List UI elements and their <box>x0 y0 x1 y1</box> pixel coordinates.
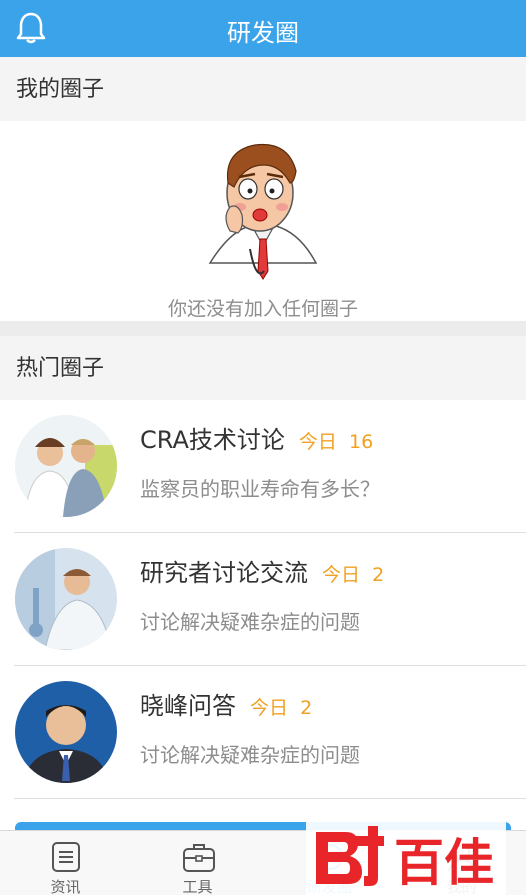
tab-tools[interactable]: 工具 <box>132 831 263 895</box>
divider <box>14 798 526 799</box>
tab-label: 工具 <box>182 878 213 895</box>
app-header: 研发圈 <box>0 0 526 57</box>
my-circles-heading: 我的圈子 <box>0 57 526 121</box>
today-label: 今日 16 <box>298 431 374 453</box>
list-item[interactable]: 晓峰问答 今日 2 讨论解决疑难杂症的问题 <box>0 666 526 799</box>
circle-avatar <box>15 548 117 650</box>
page-title: 研发圈 <box>227 19 299 47</box>
circle-name: 晓峰问答 <box>140 692 236 720</box>
doctor-illustration <box>208 143 318 280</box>
news-icon <box>51 842 80 872</box>
tab-news[interactable]: 资讯 <box>0 831 131 895</box>
watermark-text: 百佳 <box>394 834 494 892</box>
circle-title: 晓峰问答 今日 2 <box>140 686 312 721</box>
list-item[interactable]: CRA技术讨论 今日 16 监察员的职业寿命有多长？ <box>0 400 526 533</box>
hot-circles-list: CRA技术讨论 今日 16 监察员的职业寿命有多长？ 研究者讨论交流 今日 2 讨论… <box>0 400 526 830</box>
circle-avatar <box>15 415 117 517</box>
circle-avatar <box>15 681 117 783</box>
toolbox-icon <box>182 844 215 872</box>
today-count: 2 <box>300 697 313 719</box>
watermark-logo: 百佳 <box>306 818 506 895</box>
tab-label: 资讯 <box>50 878 81 895</box>
hot-circles-heading: 热门圈子 <box>0 336 526 400</box>
circle-desc: 讨论解决疑难杂症的问题 <box>140 610 360 634</box>
today-label: 今日 2 <box>250 697 313 719</box>
circle-name: CRA技术讨论 <box>140 426 285 454</box>
today-label: 今日 2 <box>322 564 385 586</box>
circle-desc: 监察员的职业寿命有多长？ <box>140 477 380 501</box>
circle-desc: 讨论解决疑难杂症的问题 <box>140 743 360 767</box>
today-count: 2 <box>372 564 385 586</box>
today-count: 16 <box>349 431 374 453</box>
circle-title: CRA技术讨论 今日 16 <box>140 420 373 455</box>
list-item[interactable]: 研究者讨论交流 今日 2 讨论解决疑难杂症的问题 <box>0 533 526 666</box>
empty-circles-text: 你还没有加入任何圈子 <box>167 298 358 320</box>
circle-name: 研究者讨论交流 <box>140 559 308 587</box>
my-circles-empty-panel: 你还没有加入任何圈子 <box>0 121 526 321</box>
circle-title: 研究者讨论交流 今日 2 <box>140 553 384 588</box>
